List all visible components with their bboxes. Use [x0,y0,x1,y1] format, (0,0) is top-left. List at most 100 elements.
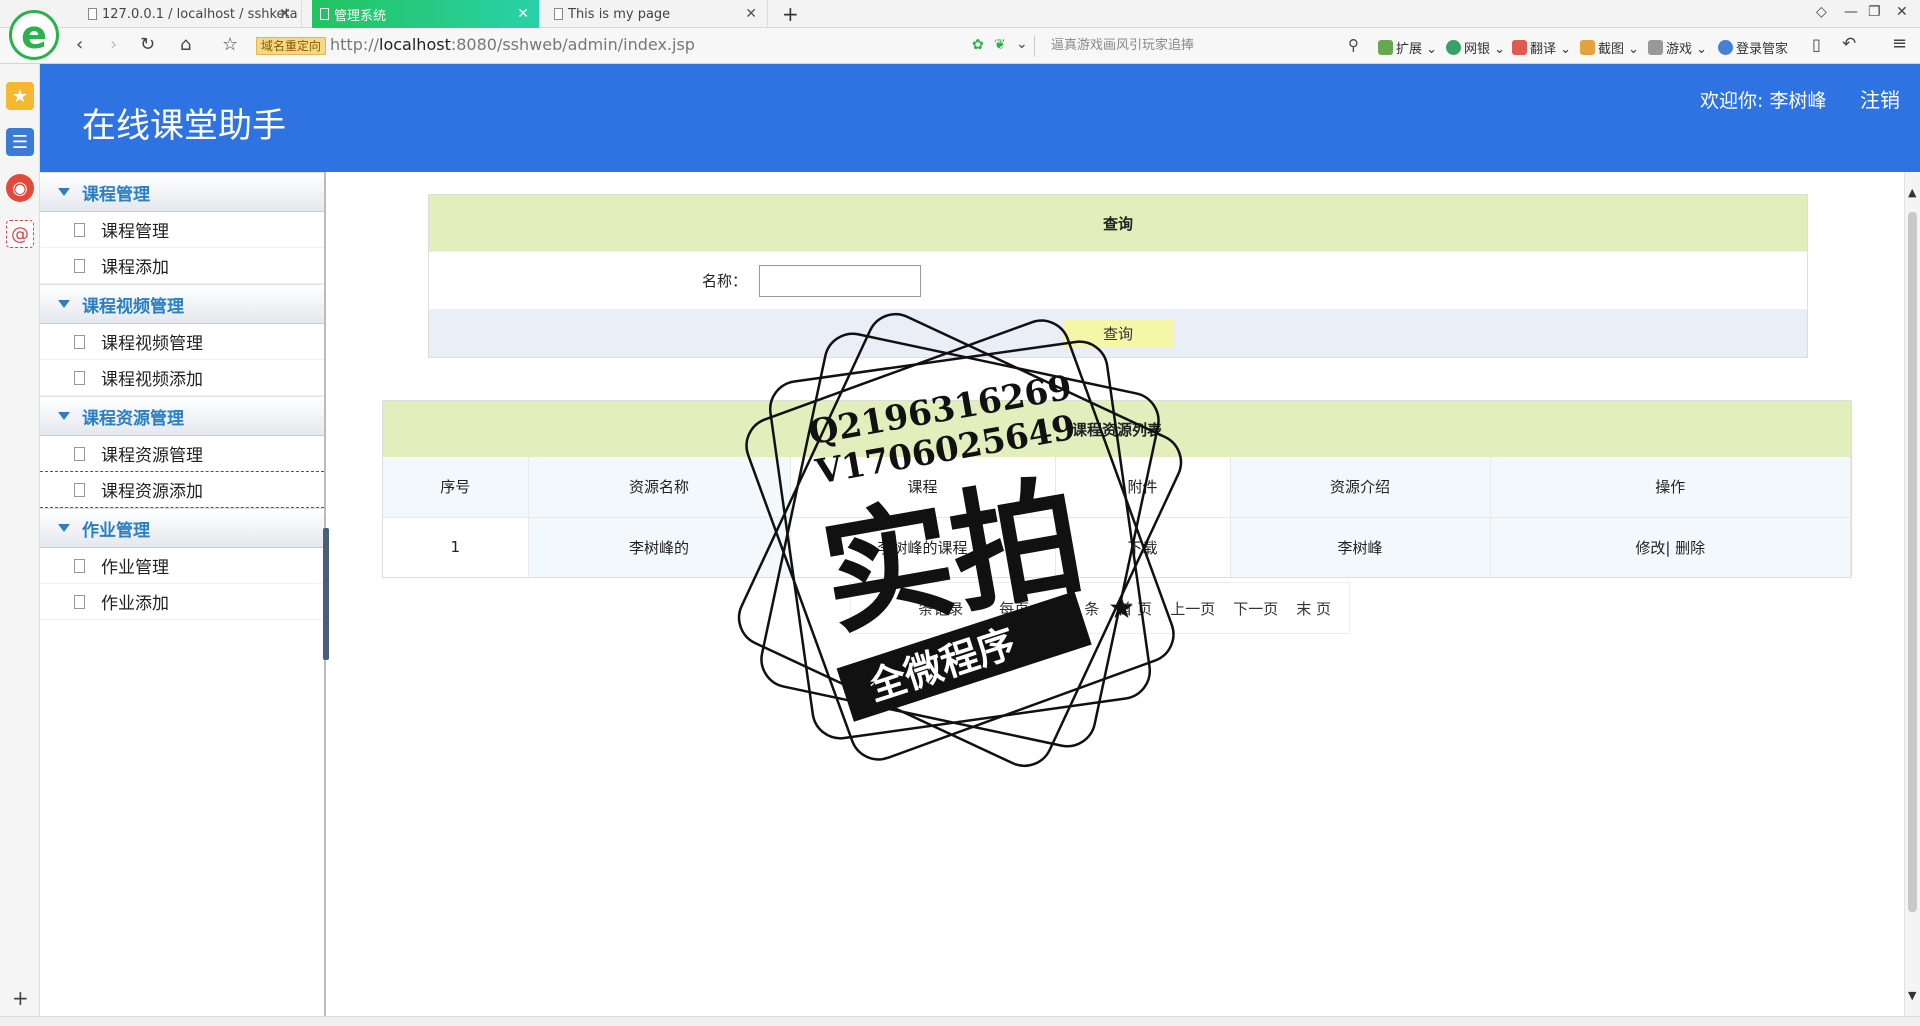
menu-item-resource-manage[interactable]: 课程资源管理 [40,436,324,472]
first-page-link[interactable]: 首 页 [1117,598,1152,619]
tab-my-page[interactable]: This is my page ✕ [546,0,768,28]
extend-menu[interactable]: 扩展 ⌄ [1378,38,1437,57]
tab-admin-system[interactable]: 管理系统 ✕ [312,0,540,28]
search-icon[interactable]: ⚲ [1348,36,1359,54]
forward-icon[interactable]: › [110,34,117,55]
mail-icon[interactable]: @ [6,220,34,248]
screenshot-menu[interactable]: 截图 ⌄ [1580,38,1639,57]
menu-group-homework[interactable]: 作业管理 [40,508,324,548]
tab-phpmyadmin[interactable]: 127.0.0.1 / localhost / sshketa ✕ [80,0,302,28]
menu-splitter-handle[interactable] [323,528,329,660]
page-icon [74,222,85,237]
menu-icon[interactable]: ≡ [1892,33,1907,54]
close-icon[interactable]: ✕ [745,6,757,22]
back-icon[interactable]: ‹ [76,34,83,55]
browser-logo[interactable]: e [9,10,59,60]
per-page-count: 10 [1047,599,1067,618]
page-scrollbar[interactable]: ▲ ▼ [1904,172,1920,1016]
login-manager[interactable]: 登录管家 [1718,38,1788,57]
weibo-icon[interactable]: ◉ [6,174,34,202]
close-window-icon[interactable]: ✕ [1896,4,1908,20]
per-page-info: 每页 10 条 [981,598,1099,619]
address-bar[interactable]: http://localhost:8080/sshweb/admin/index… [330,35,695,54]
next-page-link[interactable]: 下一页 [1233,598,1278,619]
logout-link[interactable]: 注销 [1860,84,1900,113]
security-icon[interactable]: ✿ [972,37,984,53]
menu-item-video-manage[interactable]: 课程视频管理 [40,324,324,360]
browser-sidebar: ★ ☰ ◉ @ + [0,64,40,1016]
new-tab-plus-icon[interactable]: + [782,2,799,26]
tool-label: 截图 [1598,42,1625,57]
menu-item-label: 课程资源管理 [101,446,203,466]
undo-icon[interactable]: ↶ [1842,34,1856,54]
browser-status-bar [0,1016,1920,1026]
redirect-badge[interactable]: 域名重定向 [256,37,327,55]
app-title: 在线课堂助手 [82,106,286,146]
chevron-up-icon[interactable]: ▲ [1908,186,1916,199]
add-icon[interactable]: + [12,986,29,1010]
prev-page-link[interactable]: 上一页 [1170,598,1215,619]
minimize-icon[interactable]: — [1844,4,1858,20]
page-icon [74,446,85,461]
menu-item-label: 课程视频管理 [101,334,203,354]
close-icon[interactable]: ✕ [517,6,529,22]
scrollbar-thumb[interactable] [1908,212,1917,912]
app-menu: 课程管理 课程管理 课程添加 课程视频管理 课程视频管理 课程视频添加 课程资源… [40,172,326,1016]
row-actions: 修改| 删除 [1490,516,1851,577]
netbank-menu[interactable]: 网银 ⌄ [1446,38,1505,57]
speed-icon[interactable]: ❦ [994,37,1006,53]
tab-label: 管理系统 [334,8,387,24]
triangle-down-icon [58,188,70,196]
menu-item-homework-add[interactable]: 作业添加 [40,584,324,620]
restore-icon[interactable]: ❐ [1868,4,1881,20]
resource-table: 序号 资源名称 课程 附件 资源介绍 操作 1 李树峰的 李树峰的课程 下载 李… [383,457,1851,577]
list-icon[interactable]: ☰ [6,128,34,156]
resource-list-title: 课程资源列表 [383,401,1851,457]
menu-item-course-add[interactable]: 课程添加 [40,248,324,284]
favorites-star-icon[interactable]: ★ [6,82,34,110]
search-input[interactable]: 逼真游戏画风引玩家追捧 [1034,35,1354,57]
menu-group-course[interactable]: 课程管理 [40,172,324,212]
page-icon [74,370,85,385]
edit-link[interactable]: 修改 [1635,539,1665,557]
delete-link[interactable]: 删除 [1675,539,1705,557]
menu-item-video-add[interactable]: 课程视频添加 [40,360,324,396]
resource-intro: 李树峰 [1230,516,1491,577]
chevron-down-icon[interactable]: ▼ [1908,989,1916,1002]
menu-group-title: 课程视频管理 [82,296,184,317]
menu-group-video[interactable]: 课程视频管理 [40,284,324,324]
menu-group-title: 课程资源管理 [82,408,184,429]
menu-item-resource-add[interactable]: 课程资源添加 [40,472,324,508]
triangle-down-icon [58,524,70,532]
tab-label: This is my page [568,6,671,22]
close-icon[interactable]: ✕ [279,6,291,22]
menu-group-resource[interactable]: 课程资源管理 [40,396,324,436]
column-header: 操作 [1490,457,1851,517]
gamepad-icon [1648,40,1663,55]
page-icon [74,594,85,609]
download-link[interactable]: 下载 [1127,539,1157,557]
menu-item-label: 课程资源添加 [101,482,203,502]
bookmark-icon[interactable]: ▯ [1812,35,1821,54]
table-row: 1 李树峰的 李树峰的课程 下载 李树峰 修改| 删除 [383,516,1851,577]
skin-icon[interactable]: ◇ [1816,4,1827,20]
menu-item-course-manage[interactable]: 课程管理 [40,212,324,248]
menu-group-title: 作业管理 [82,520,150,541]
record-count: 条记录 [918,599,964,618]
page-icon [74,334,85,349]
menu-item-label: 课程添加 [101,258,169,278]
menu-item-homework-manage[interactable]: 作业管理 [40,548,324,584]
last-page-link[interactable]: 末 页 [1296,598,1331,619]
home-icon[interactable]: ⌂ [180,34,191,55]
page-icon [74,258,85,273]
games-menu[interactable]: 游戏 ⌄ [1648,38,1707,57]
star-icon[interactable]: ☆ [222,34,238,55]
refresh-icon[interactable]: ↻ [140,34,155,55]
column-header: 序号 [383,457,529,517]
translate-menu[interactable]: 翻译 ⌄ [1512,38,1571,57]
table-header-row: 序号 资源名称 课程 附件 资源介绍 操作 [383,457,1851,517]
query-button[interactable]: 查询 [1062,318,1173,348]
name-input[interactable] [759,264,921,297]
chevron-down-icon[interactable]: ⌄ [1016,36,1028,52]
per-page-label: 每页 [999,599,1030,618]
